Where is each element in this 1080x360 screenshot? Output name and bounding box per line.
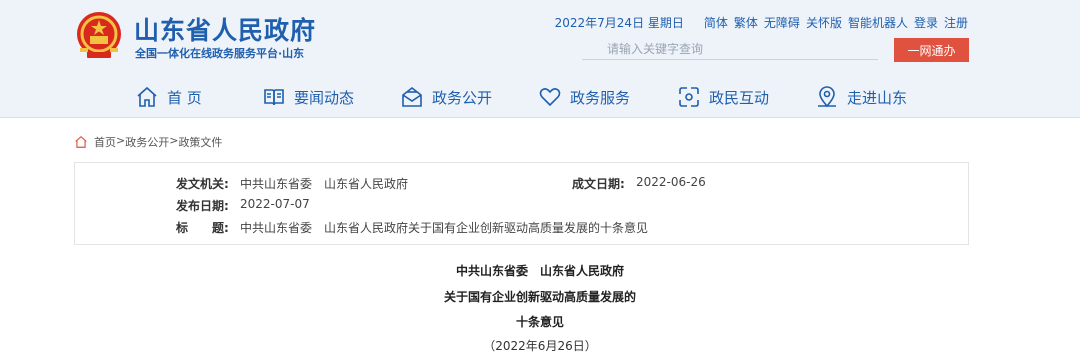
document-heading-line2: 关于国有企业创新驱动高质量发展的	[443, 290, 636, 304]
nav-gov-services[interactable]: 政务服务	[538, 78, 630, 116]
mail-icon	[402, 86, 422, 107]
document-meta-box: 发文机关: 中共山东省委 山东省人民政府 成文日期: 2022-06-26 发布…	[74, 162, 969, 245]
document-date: （2022年6月26日）	[483, 339, 597, 353]
link-simplified[interactable]: 简体	[704, 14, 728, 31]
meta-published-row: 发布日期: 2022-07-07	[176, 197, 310, 214]
breadcrumb-policy-docs[interactable]: 政策文件	[178, 134, 222, 150]
link-login[interactable]: 登录	[914, 14, 938, 31]
search-input[interactable]	[582, 38, 878, 60]
site-subtitle: 全国一体化在线政务服务平台·山东	[135, 47, 305, 60]
breadcrumb: 首页 > 政务公开 > 政策文件	[74, 134, 222, 150]
home-icon[interactable]	[74, 135, 88, 149]
site-header: 山东省人民政府 全国一体化在线政务服务平台·山东 2022年7月24日 星期日 …	[0, 0, 1080, 118]
meta-published-value: 2022-07-07	[240, 197, 310, 211]
breadcrumb-gov-affairs[interactable]: 政务公开	[125, 134, 169, 150]
nav-label-news: 要闻动态	[294, 88, 355, 107]
nav-label-interaction: 政民互动	[709, 88, 770, 107]
nav-gov-affairs[interactable]: 政务公开	[400, 78, 492, 116]
meta-issuer-label: 发文机关:	[176, 177, 229, 191]
meta-title-value: 中共山东省委 山东省人民政府关于国有企业创新驱动高质量发展的十条意见	[240, 221, 649, 235]
main-nav: 首 页 要闻动态 政务公开 政务服务 政民互动 走进山东	[0, 78, 1080, 116]
nav-news[interactable]: 要闻动态	[262, 78, 354, 116]
nav-about-shandong[interactable]: 走进山东	[815, 78, 907, 116]
breadcrumb-separator: >	[169, 134, 179, 147]
current-date: 2022年7月24日 星期日	[554, 16, 684, 30]
breadcrumb-home[interactable]: 首页	[94, 134, 116, 150]
nav-label-home: 首 页	[167, 88, 202, 107]
link-traditional[interactable]: 繁体	[734, 14, 758, 31]
meta-written-row: 成文日期: 2022-06-26	[572, 175, 706, 192]
nav-home[interactable]: 首 页	[135, 78, 202, 116]
national-emblem-icon[interactable]	[74, 10, 124, 62]
meta-written-label: 成文日期:	[572, 177, 625, 191]
top-links: 2022年7月24日 星期日 简体 繁体 无障碍 关怀版 智能机器人 登录 注册	[555, 14, 968, 31]
nav-label-gov-affairs: 政务公开	[432, 88, 493, 107]
news-icon	[264, 89, 284, 106]
link-accessibility[interactable]: 无障碍	[764, 14, 800, 31]
document-heading-line3: 十条意见	[515, 315, 564, 329]
heart-icon	[539, 88, 561, 107]
home-icon	[137, 86, 157, 107]
breadcrumb-separator: >	[116, 134, 126, 147]
meta-issuer-row: 发文机关: 中共山东省委 山东省人民政府	[176, 175, 408, 192]
nav-label-gov-services: 政务服务	[570, 88, 631, 107]
document-heading-line1: 中共山东省委 山东省人民政府	[455, 264, 624, 278]
nav-label-about-shandong: 走进山东	[847, 88, 908, 107]
meta-issuer-value: 中共山东省委 山东省人民政府	[240, 177, 409, 191]
link-register[interactable]: 注册	[944, 14, 968, 31]
location-icon	[818, 86, 836, 108]
meta-written-value: 2022-06-26	[636, 175, 706, 189]
link-care-version[interactable]: 关怀版	[806, 14, 842, 31]
link-robot[interactable]: 智能机器人	[848, 14, 908, 31]
nav-interaction[interactable]: 政民互动	[677, 78, 769, 116]
meta-title-label: 标 题:	[176, 221, 229, 235]
interaction-icon	[679, 87, 699, 107]
site-title[interactable]: 山东省人民政府	[134, 11, 316, 47]
meta-published-label: 发布日期:	[176, 199, 229, 213]
meta-title-row: 标 题: 中共山东省委 山东省人民政府关于国有企业创新驱动高质量发展的十条意见	[176, 219, 648, 236]
search-button[interactable]: 一网通办	[894, 38, 969, 62]
